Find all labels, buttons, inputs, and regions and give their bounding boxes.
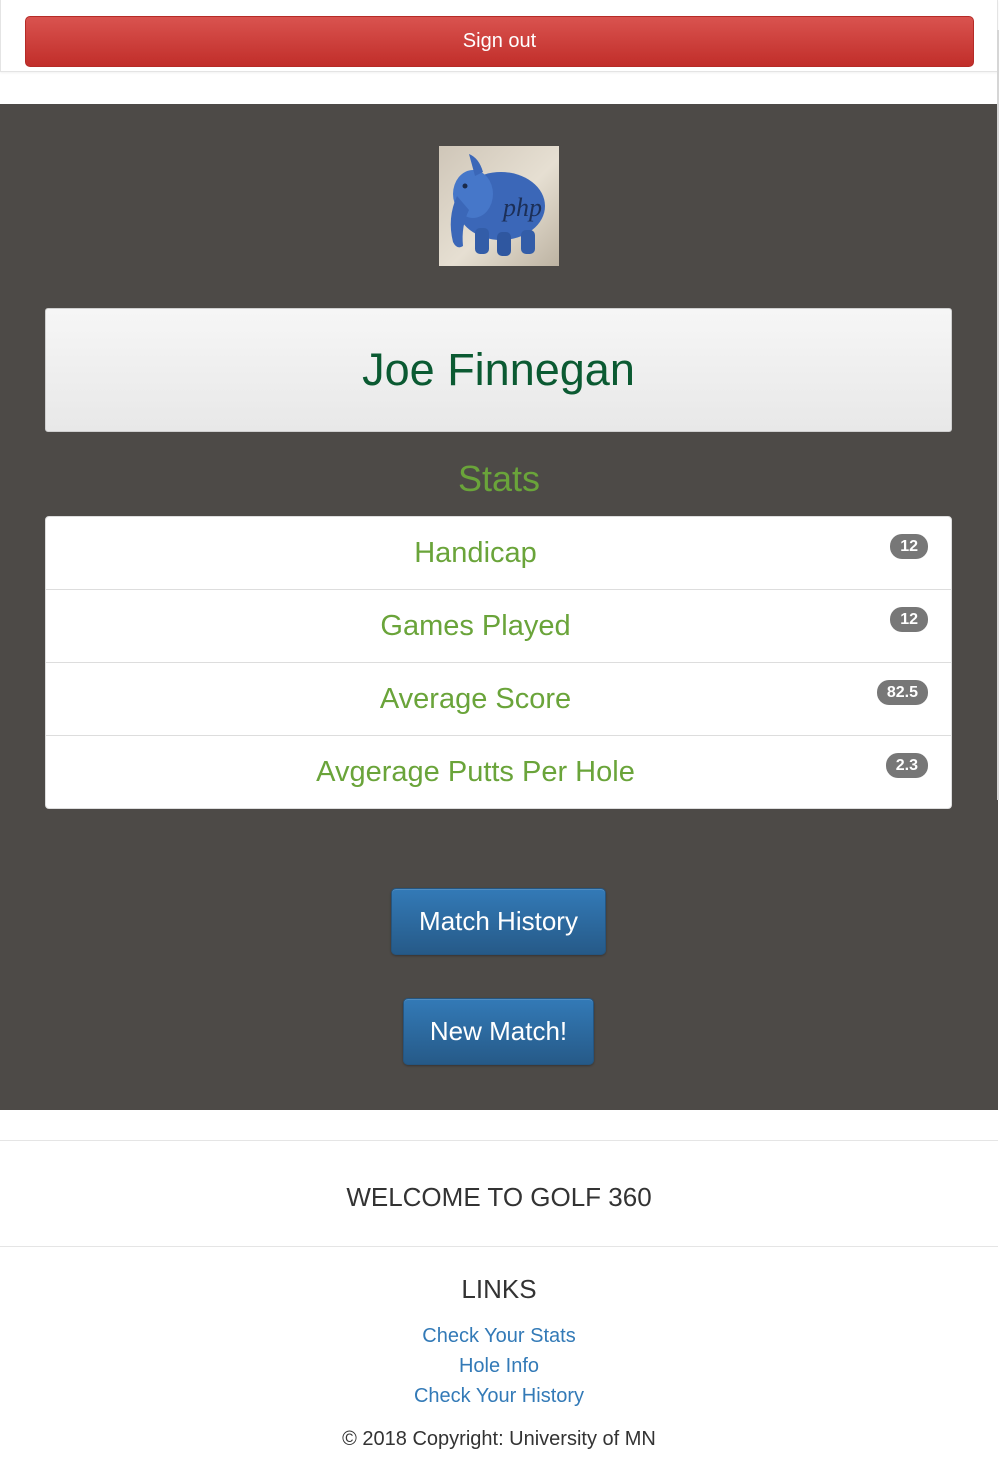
hole-info-link[interactable]: Hole Info (459, 1355, 539, 1377)
stat-badge: 82.5 (876, 680, 928, 705)
top-bar: Sign out (0, 0, 998, 72)
stat-label: Avgerage Putts Per Hole (316, 755, 635, 788)
stats-heading: Stats (457, 458, 541, 499)
footer-divider (0, 1140, 998, 1141)
check-stats-link[interactable]: Check Your Stats (422, 1325, 575, 1347)
footer-link-item: Check Your Stats (0, 1322, 998, 1352)
stat-average-score: Average Score 82.5 (45, 663, 952, 736)
new-match-button[interactable]: New Match! (403, 998, 594, 1065)
footer-link-item: Check Your History (0, 1382, 998, 1412)
stat-badge: 12 (890, 607, 928, 632)
stat-handicap: Handicap 12 (45, 516, 952, 590)
stat-average-putts: Avgerage Putts Per Hole 2.3 (45, 736, 952, 809)
match-history-button[interactable]: Match History (391, 888, 606, 955)
sign-out-button[interactable]: Sign out (25, 16, 974, 67)
stat-badge: 12 (890, 534, 928, 559)
scrollbar[interactable] (997, 30, 999, 800)
avatar-php-text: php (501, 193, 542, 222)
copyright-text: © 2018 Copyright: University of MN (342, 1428, 656, 1450)
stats-list: Handicap 12 Games Played 12 Average Scor… (45, 516, 952, 809)
stat-label: Games Played (380, 609, 571, 642)
footer-welcome-text: WELCOME TO GOLF 360 (346, 1182, 652, 1212)
profile-avatar: php (439, 146, 559, 266)
profile-name-panel: Joe Finnegan (45, 308, 952, 432)
footer-links-heading: LINKS (461, 1274, 537, 1304)
stat-label: Handicap (414, 536, 537, 569)
check-history-link[interactable]: Check Your History (414, 1385, 584, 1407)
player-name: Joe Finnegan (362, 344, 635, 395)
stat-label: Average Score (379, 682, 572, 715)
stat-games-played: Games Played 12 (45, 590, 952, 663)
footer-link-item: Hole Info (0, 1352, 998, 1382)
footer-links-list: Check Your Stats Hole Info Check Your Hi… (0, 1322, 998, 1412)
footer-divider (0, 1246, 998, 1247)
profile-panel: php Joe Finnegan Stats Handicap 12 Games… (0, 104, 998, 1110)
php-elephant-icon: php (450, 154, 545, 256)
stat-badge: 2.3 (885, 753, 928, 778)
